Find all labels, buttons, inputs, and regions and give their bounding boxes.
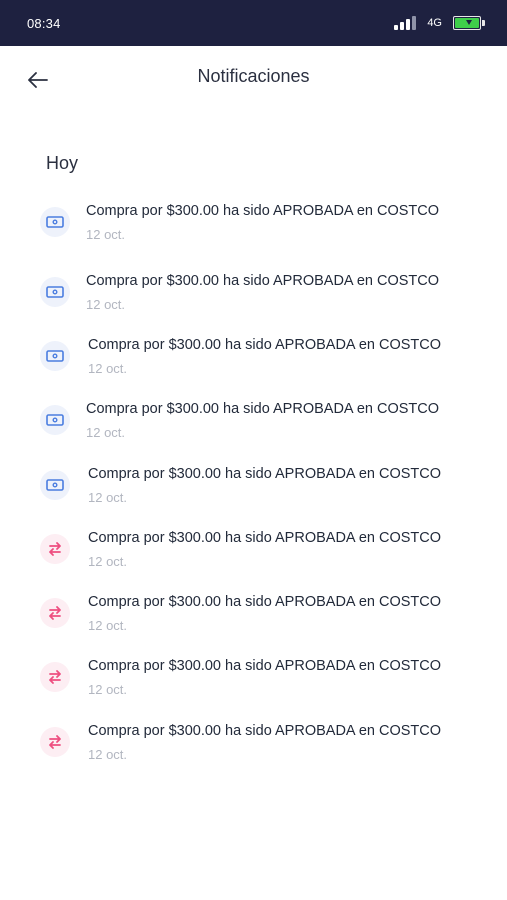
notification-text: Compra por $300.00 ha sido APROBADA en C… xyxy=(86,401,440,417)
notification-item[interactable]: Compra por $300.00 ha sido APROBADA en C… xyxy=(0,401,507,457)
notification-text: Compra por $300.00 ha sido APROBADA en C… xyxy=(86,273,440,289)
notification-item[interactable]: Compra por $300.00 ha sido APROBADA en C… xyxy=(0,337,507,393)
page-title: Notificaciones xyxy=(197,66,310,86)
notification-item[interactable]: Compra por $300.00 ha sido APROBADA en C… xyxy=(0,594,507,650)
notification-date: 12 oct. xyxy=(86,297,126,312)
notification-date: 12 oct. xyxy=(88,682,128,697)
notification-text: Compra por $300.00 ha sido APROBADA en C… xyxy=(88,658,442,674)
notification-item[interactable]: Compra por $300.00 ha sido APROBADA en C… xyxy=(0,203,507,259)
notification-text: Compra por $300.00 ha sido APROBADA en C… xyxy=(88,530,442,546)
transfer-icon xyxy=(40,662,70,692)
transfer-icon xyxy=(40,598,70,628)
notification-text: Compra por $300.00 ha sido APROBADA en C… xyxy=(88,337,442,353)
notification-text: Compra por $300.00 ha sido APROBADA en C… xyxy=(88,466,442,482)
card-icon xyxy=(40,277,70,307)
header: Notificaciones xyxy=(0,46,507,110)
notification-text: Compra por $300.00 ha sido APROBADA en C… xyxy=(88,594,442,610)
notification-date: 12 oct. xyxy=(88,747,128,762)
notification-date: 12 oct. xyxy=(88,554,128,569)
notification-date: 12 oct. xyxy=(88,490,128,505)
notification-item[interactable]: Compra por $300.00 ha sido APROBADA en C… xyxy=(0,723,507,779)
notification-text: Compra por $300.00 ha sido APROBADA en C… xyxy=(86,203,440,219)
card-icon xyxy=(40,470,70,500)
notification-date: 12 oct. xyxy=(88,361,128,376)
notification-item[interactable]: Compra por $300.00 ha sido APROBADA en C… xyxy=(0,273,507,329)
battery-icon xyxy=(453,16,485,30)
notification-item[interactable]: Compra por $300.00 ha sido APROBADA en C… xyxy=(0,466,507,522)
status-time: 08:34 xyxy=(27,15,61,31)
signal-icon xyxy=(394,16,418,30)
notification-item[interactable]: Compra por $300.00 ha sido APROBADA en C… xyxy=(0,530,507,586)
transfer-icon xyxy=(40,727,70,757)
network-type: 4G xyxy=(427,17,442,29)
status-indicators: 4G xyxy=(394,16,485,30)
notification-date: 12 oct. xyxy=(88,618,128,633)
status-bar: 08:34 4G xyxy=(0,0,507,46)
transfer-icon xyxy=(40,534,70,564)
card-icon xyxy=(40,405,70,435)
card-icon xyxy=(40,341,70,371)
section-title: Hoy xyxy=(46,153,79,173)
notification-date: 12 oct. xyxy=(86,425,126,440)
card-icon xyxy=(40,207,70,237)
notification-date: 12 oct. xyxy=(86,227,126,242)
notification-item[interactable]: Compra por $300.00 ha sido APROBADA en C… xyxy=(0,658,507,714)
notification-text: Compra por $300.00 ha sido APROBADA en C… xyxy=(88,723,442,739)
